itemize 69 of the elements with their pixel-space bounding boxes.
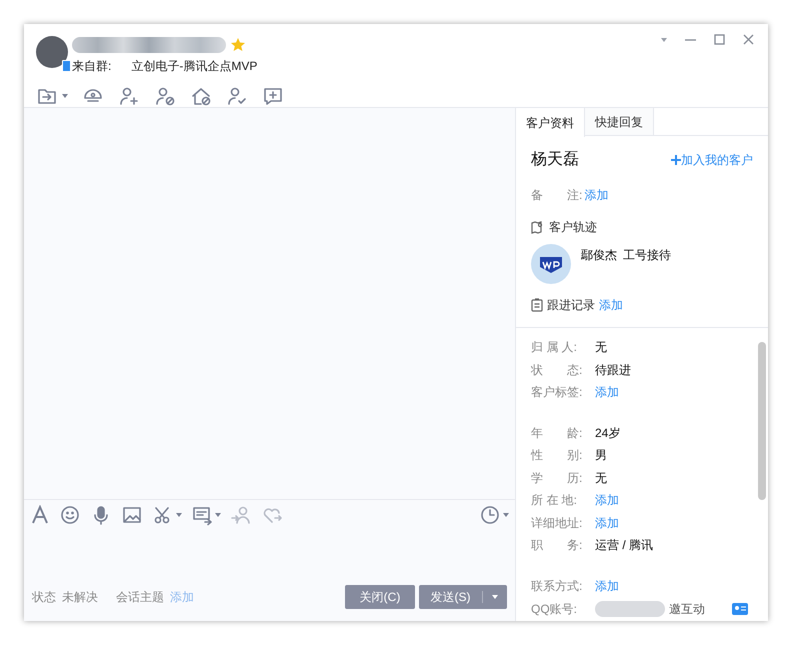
plus-icon[interactable] [671,155,681,165]
field-value: 无 [595,339,607,356]
customer-name: 杨天磊 [531,150,579,170]
star-badge-icon [230,37,246,53]
field-label: 联系方式: [531,578,584,595]
send-button[interactable]: 发送(S) [419,585,507,609]
status-label: 状态 [32,589,56,606]
field-label: 客户标签: [531,384,584,402]
clipboard-icon [531,298,543,312]
field-label: 性 别: [531,447,584,464]
add-user-icon[interactable] [118,85,140,107]
panel-tab[interactable]: 客户资料 [516,108,585,137]
field-value: 24岁 [595,424,620,442]
agent-name: 鄢俊杰 [581,247,617,264]
contact-card-icon[interactable] [732,603,748,615]
field-add-link[interactable]: 添加 [595,514,619,532]
font-icon[interactable] [30,505,50,525]
scrollbar-thumb[interactable] [758,342,766,500]
caret-icon[interactable] [62,94,68,98]
avatar [36,36,68,68]
user-check-icon[interactable] [226,85,248,107]
note-add-link[interactable]: 添加 [584,186,608,204]
followup-heading: 跟进记录 [547,297,595,314]
map-pin-icon [531,220,545,234]
smiley-icon[interactable] [59,504,81,526]
maximize-icon[interactable] [714,34,725,45]
caret-icon[interactable] [492,595,498,599]
field-value: 待跟进 [595,362,631,379]
source-label: 来自群: [72,58,112,75]
field-value: 无 [595,470,607,487]
followup-add-link[interactable]: 添加 [599,296,623,314]
blurred-account [595,601,665,617]
field-value: 男 [595,447,607,464]
field-label: 年 龄: [531,424,584,442]
image-icon[interactable] [121,504,143,526]
field-label: 学 历: [531,470,584,487]
mvp-avatar-icon [531,244,571,284]
add-comment-icon[interactable] [262,85,284,107]
field-label: 职 务: [531,537,584,554]
field-add-link[interactable]: 添加 [595,576,619,595]
caret-icon[interactable] [503,513,509,517]
close-button[interactable]: 关闭(C) [345,585,415,609]
phone-icon [62,60,71,72]
field-add-link[interactable]: 添加 [595,383,619,402]
field-label: 状 态: [531,362,584,379]
field-add-link[interactable]: 添加 [595,491,619,510]
field-label: 备 注: [531,187,582,204]
field-label: QQ账号: [531,601,578,618]
field-label: 详细地址: [531,514,584,532]
screen-share-icon[interactable] [191,504,213,526]
add-customer-link[interactable]: 加入我的客户 [681,151,753,169]
agent-note: 工号接待 [623,247,671,264]
caret-icon[interactable] [215,513,221,517]
close-icon[interactable] [743,34,754,45]
field-value: 邀互动 [669,601,705,618]
clock-icon[interactable] [479,504,501,526]
panel-tab[interactable]: 快捷回复 [585,108,654,135]
field-label: 所 在 地: [531,492,578,510]
status-value: 未解决 [62,589,98,606]
track-heading: 客户轨迹 [549,219,597,236]
caret-icon[interactable] [176,513,182,517]
field-label: 归 属 人: [531,339,578,356]
house-block-icon[interactable] [190,85,212,107]
topic-add-link[interactable]: 添加 [170,588,194,606]
topic-label: 会话主题 [116,589,164,606]
source-group-name: 立创电子-腾讯企点MVP [131,58,258,75]
block-user-icon[interactable] [154,85,176,107]
field-value: 运营 / 腾讯 [595,537,654,554]
caret-icon[interactable] [661,38,667,42]
